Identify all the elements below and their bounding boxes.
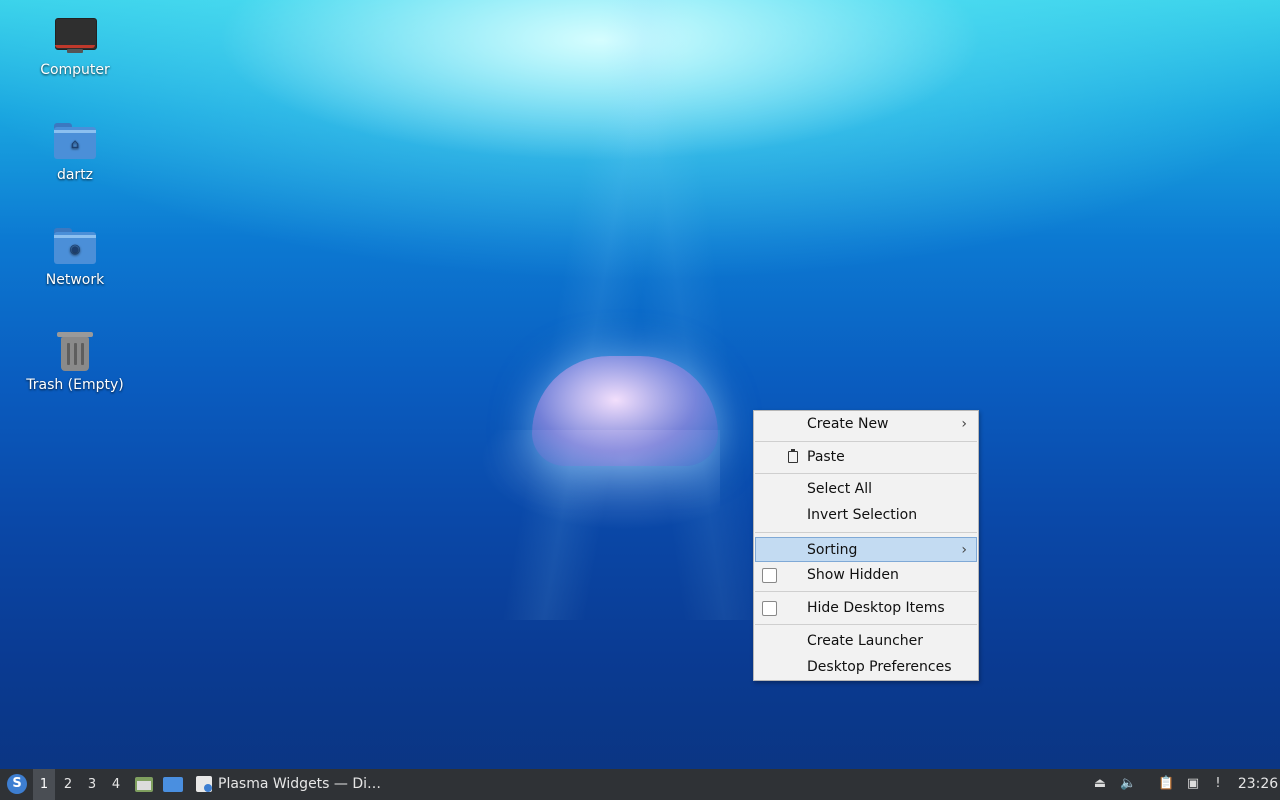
menu-item-desktop-preferences[interactable]: Desktop Preferences	[755, 655, 977, 680]
tray-eject[interactable]: ⏏	[1088, 769, 1112, 800]
trash-icon	[53, 331, 97, 373]
workspace-4[interactable]: 4	[105, 769, 127, 800]
lubuntu-logo-icon: S	[7, 774, 27, 794]
menu-item-sorting[interactable]: Sorting ›	[755, 537, 977, 562]
volume-icon: 🔈	[1120, 776, 1137, 791]
menu-item-show-hidden[interactable]: Show Hidden	[755, 563, 977, 588]
menu-item-label: Select All	[807, 481, 872, 497]
desktop-icon-trash[interactable]: Trash (Empty)	[15, 331, 135, 393]
home-folder-icon: ⌂	[53, 121, 97, 163]
menu-item-create-launcher[interactable]: Create Launcher	[755, 629, 977, 654]
update-notifier-icon: !	[1215, 776, 1221, 791]
tray-volume[interactable]: 🔈	[1116, 769, 1140, 800]
hide-desktop-items-checkbox[interactable]	[762, 601, 777, 616]
menu-item-select-all[interactable]: Select All	[755, 477, 977, 502]
show-desktop-button[interactable]	[160, 769, 184, 800]
menu-separator	[755, 624, 977, 625]
menu-item-label: Invert Selection	[807, 507, 918, 523]
menu-item-label: Desktop Preferences	[807, 659, 952, 675]
discover-icon	[196, 776, 212, 792]
clipboard-icon: 📋	[1158, 776, 1175, 791]
menu-separator	[755, 473, 977, 474]
menu-separator	[755, 532, 977, 533]
menu-item-label: Create New	[807, 416, 889, 432]
menu-separator	[755, 441, 977, 442]
taskbar-clock[interactable]: 23:26	[1236, 769, 1280, 800]
menu-item-label: Show Hidden	[807, 567, 899, 583]
task-title: Plasma Widgets — Di…	[218, 776, 382, 792]
menu-item-create-new[interactable]: Create New ›	[755, 412, 977, 437]
chevron-right-icon: ›	[961, 542, 967, 558]
taskbar: S 1 2 3 4 Plasma Widgets — Di… ⏏ 🔈 📋 ▣ !…	[0, 769, 1280, 800]
show-hidden-checkbox[interactable]	[762, 568, 777, 583]
desktop-icon-network[interactable]: ◉ Network	[15, 226, 135, 288]
network-icon: ▣	[1186, 776, 1200, 791]
menu-item-hide-desktop-items[interactable]: Hide Desktop Items	[755, 596, 977, 621]
desktop-icon-home[interactable]: ⌂ dartz	[15, 121, 135, 183]
task-button-plasma-widgets[interactable]: Plasma Widgets — Di…	[190, 769, 390, 800]
desktop-icon-computer[interactable]: Computer	[15, 16, 135, 78]
menu-item-label: Paste	[807, 449, 845, 465]
desktop-icon-label: dartz	[56, 167, 94, 183]
computer-icon	[53, 16, 97, 58]
menu-item-label: Sorting	[807, 542, 858, 558]
menu-item-paste[interactable]: Paste	[755, 445, 977, 470]
menu-item-label: Hide Desktop Items	[807, 600, 945, 616]
menu-item-label: Create Launcher	[807, 633, 924, 649]
paste-icon	[788, 449, 798, 463]
menu-separator	[755, 591, 977, 592]
tray-updates[interactable]: !	[1206, 769, 1230, 800]
desktop-context-menu: Create New › Paste Select All Invert Sel…	[753, 410, 979, 681]
start-menu-button[interactable]: S	[4, 769, 28, 800]
tray-clipboard[interactable]: 📋	[1154, 769, 1178, 800]
chevron-right-icon: ›	[961, 416, 967, 432]
workspace-3[interactable]: 3	[81, 769, 103, 800]
network-folder-icon: ◉	[53, 226, 97, 268]
workspace-1[interactable]: 1	[33, 769, 55, 800]
tray-network[interactable]: ▣	[1181, 769, 1205, 800]
eject-icon: ⏏	[1093, 776, 1107, 791]
desktop-icon-label: Computer	[40, 62, 110, 78]
desktop-icon-label: Trash (Empty)	[26, 377, 124, 393]
wallpaper-jellyfish	[470, 350, 730, 530]
workspace-2[interactable]: 2	[57, 769, 79, 800]
desktop-icon-label: Network	[45, 272, 105, 288]
file-manager-launcher[interactable]	[132, 769, 156, 800]
file-manager-icon	[135, 777, 153, 792]
show-desktop-icon	[163, 777, 183, 792]
menu-item-invert-selection[interactable]: Invert Selection	[755, 503, 977, 528]
